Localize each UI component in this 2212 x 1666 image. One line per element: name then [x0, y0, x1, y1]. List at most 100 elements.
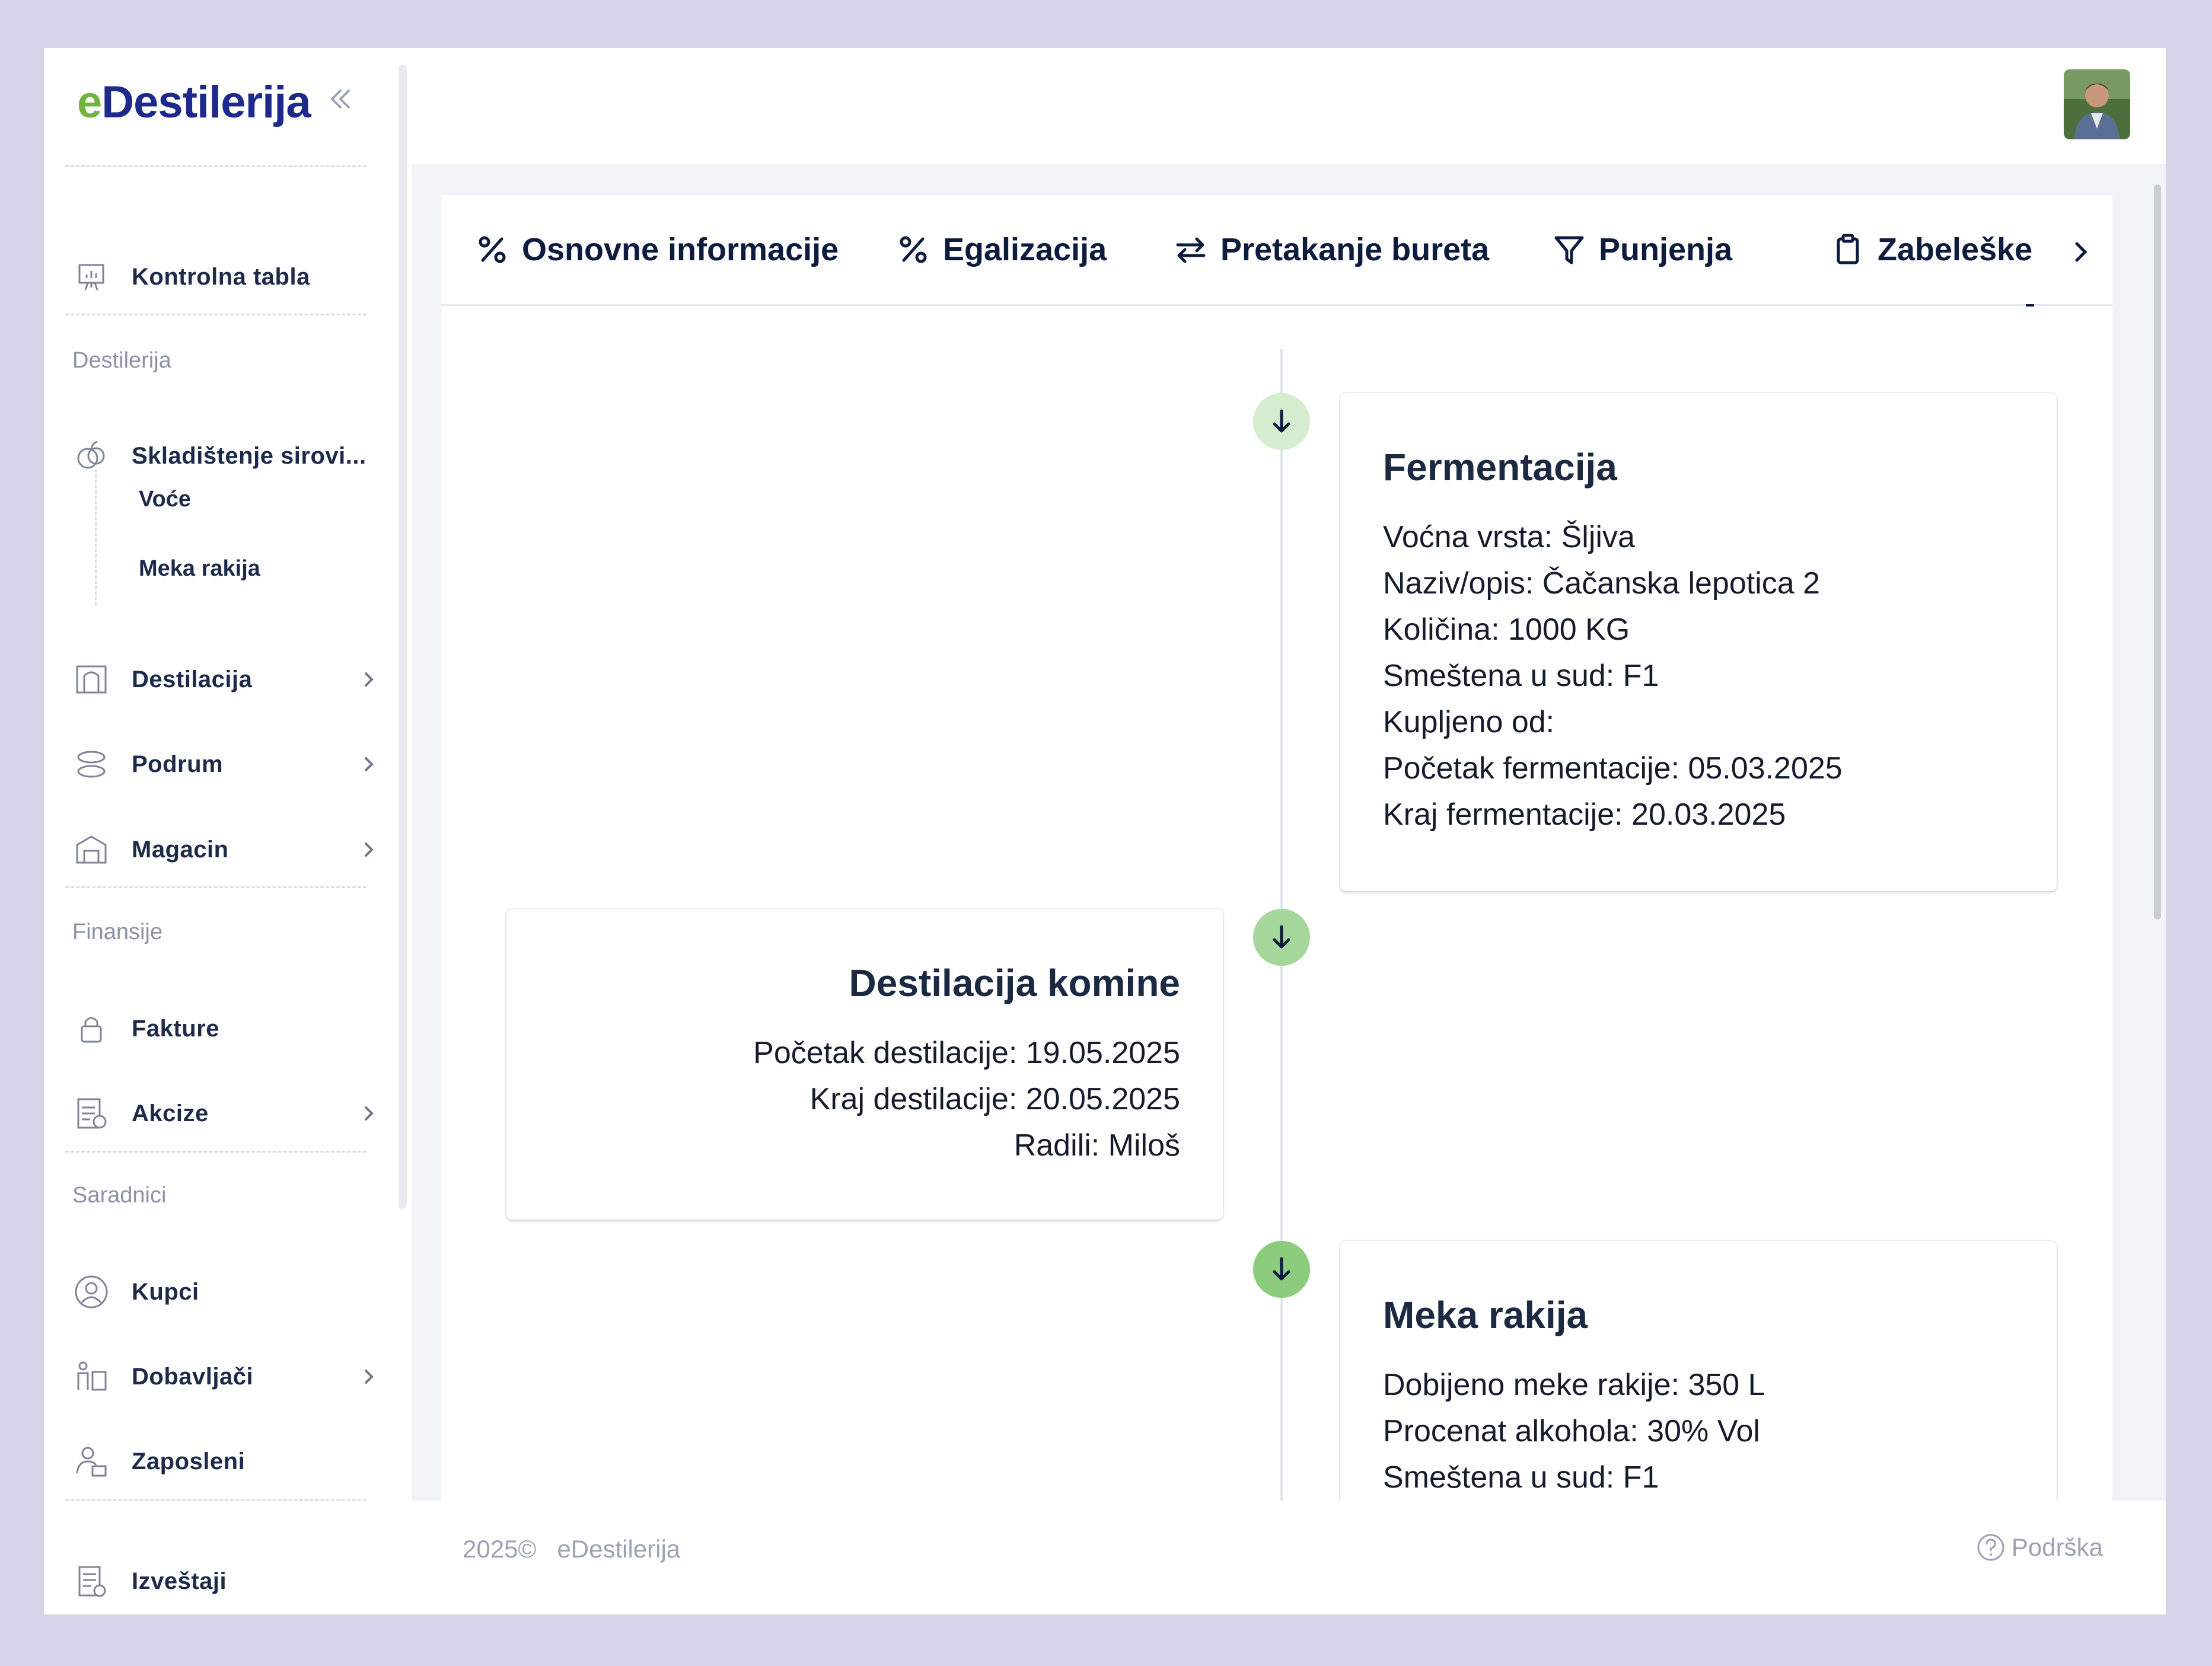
- card-line: Kraj destilacije: 20.05.2025: [809, 1082, 1180, 1116]
- app-logo[interactable]: eDestilerija: [77, 76, 311, 128]
- support-link[interactable]: Podrška: [1976, 1533, 2103, 1562]
- sidebar-divider: [65, 165, 366, 167]
- clipboard-icon: [1830, 232, 1866, 267]
- report-icon: [72, 1562, 110, 1600]
- chevron-right-icon: [357, 668, 381, 691]
- arrow-down-icon: [1273, 1257, 1290, 1281]
- tab-egalizacija[interactable]: Egalizacija: [895, 226, 1107, 273]
- arrow-down-icon: [1273, 409, 1290, 433]
- collapse-sidebar-icon[interactable]: [323, 81, 358, 117]
- sidebar-subitem-voce[interactable]: Voće: [139, 487, 191, 512]
- employee-icon: [72, 1442, 110, 1480]
- sidebar-item-fakture[interactable]: Fakture: [72, 999, 381, 1058]
- sidebar-item-kupci[interactable]: Kupci: [72, 1262, 381, 1322]
- fruit-icon: [72, 437, 110, 475]
- card-line: Procenat alkohola: 30% Vol: [1383, 1414, 1760, 1448]
- user-avatar[interactable]: [2064, 69, 2130, 139]
- scrollbar-thumb[interactable]: [2154, 184, 2161, 920]
- copyright-brand: eDestilerija: [557, 1535, 681, 1563]
- sidebar-divider: [65, 314, 366, 315]
- card-line: Početak fermentacije: 05.03.2025: [1383, 751, 1843, 786]
- sidebar-item-label: Zaposleni: [132, 1448, 246, 1474]
- barrel-icon: [72, 745, 110, 783]
- tax-document-icon: [72, 1094, 110, 1132]
- funnel-icon: [1551, 232, 1587, 267]
- chevron-right-icon: [357, 1365, 381, 1389]
- timeline-marker: [1253, 909, 1310, 966]
- sidebar-item-skladistenje[interactable]: Skladištenje sirovi...: [72, 426, 381, 486]
- timeline-card-destilacija-komine: Destilacija komine Početak destilacije: …: [506, 909, 1223, 1220]
- footer: 2025© eDestilerija Podrška: [412, 1501, 2166, 1614]
- tab-punjenja[interactable]: Punjenja: [1551, 226, 1732, 273]
- card-line: Početak destilacije: 19.05.2025: [753, 1036, 1180, 1070]
- supplier-icon: [72, 1358, 110, 1396]
- dashboard-icon: [72, 258, 110, 296]
- tab-label: Egalizacija: [943, 232, 1107, 267]
- footer-copyright: 2025© eDestilerija: [463, 1535, 680, 1563]
- help-icon: [1976, 1533, 2006, 1562]
- tab-osnovne-informacije[interactable]: Osnovne informacije: [474, 226, 839, 273]
- tab-zabeleske[interactable]: Zabeleške: [1830, 226, 2032, 273]
- main-scrollbar[interactable]: [2153, 167, 2161, 1530]
- chevron-right-icon: [357, 838, 381, 861]
- tabs-scroll-right-icon[interactable]: [2063, 234, 2098, 270]
- app-window: eDestilerija Kontrolna tabla Destilerija…: [44, 48, 2166, 1614]
- timeline-card-fermentacija: Fermentacija Voćna vrsta: Šljiva Naziv/o…: [1340, 393, 2057, 891]
- sidebar-scrollbar[interactable]: [399, 65, 407, 1209]
- sidebar-item-kontrolna-tabla[interactable]: Kontrolna tabla: [72, 247, 381, 307]
- timeline-card-meka-rakija: Meka rakija Dobijeno meke rakije: 350 L …: [1340, 1241, 2057, 1501]
- sidebar-item-label: Podrum: [132, 751, 224, 777]
- sidebar-item-label: Magacin: [132, 836, 229, 863]
- swap-arrows-icon: [1173, 232, 1209, 267]
- sidebar-item-akcize[interactable]: Akcize: [72, 1084, 381, 1143]
- sidebar-item-magacin[interactable]: Magacin: [72, 820, 381, 879]
- sidebar-item-podrum[interactable]: Podrum: [72, 735, 381, 794]
- sidebar-item-label: Skladištenje sirovi...: [132, 442, 366, 469]
- card-line: Radili: Miloš: [1013, 1128, 1180, 1163]
- distillery-icon: [72, 660, 110, 698]
- sidebar-item-label: Kupci: [132, 1278, 199, 1305]
- lock-icon: [72, 1010, 110, 1048]
- card-line: Naziv/opis: Čačanska lepotica 2: [1383, 566, 1821, 601]
- active-tab-indicator: [2026, 304, 2034, 307]
- sidebar-item-label: Akcize: [132, 1100, 209, 1126]
- tab-bar: Osnovne informacije Egalizacija Pretakan…: [441, 195, 2112, 307]
- sidebar: eDestilerija Kontrolna tabla Destilerija…: [44, 48, 407, 1614]
- section-heading-finansije: Finansije: [72, 920, 163, 944]
- sidebar-divider: [65, 1499, 366, 1501]
- submenu-line: [95, 469, 97, 605]
- timeline-marker: [1253, 1241, 1310, 1298]
- sidebar-item-label: Izveštaji: [132, 1568, 227, 1594]
- sidebar-item-destilacija[interactable]: Destilacija: [72, 650, 381, 709]
- card-title: Fermentacija: [1383, 446, 1617, 489]
- card-line: Voćna vrsta: Šljiva: [1383, 520, 1635, 554]
- card-title: Destilacija komine: [849, 962, 1180, 1004]
- chevron-right-icon: [357, 752, 381, 776]
- tab-label: Zabeleške: [1878, 232, 2033, 267]
- sidebar-item-label: Destilacija: [132, 666, 253, 692]
- sidebar-item-label: Dobavljači: [132, 1363, 254, 1390]
- support-label: Podrška: [2011, 1533, 2103, 1561]
- warehouse-icon: [72, 831, 110, 869]
- card-line: Dobijeno meke rakije: 350 L: [1383, 1368, 1765, 1402]
- sidebar-item-dobavljaci[interactable]: Dobavljači: [72, 1347, 381, 1406]
- sidebar-subitem-meka-rakija[interactable]: Meka rakija: [139, 556, 260, 582]
- sidebar-item-zaposleni[interactable]: Zaposleni: [72, 1432, 381, 1491]
- sidebar-divider: [65, 886, 366, 888]
- sidebar-divider: [65, 1151, 366, 1153]
- logo-text: Destilerija: [101, 77, 311, 127]
- timeline-marker: [1253, 393, 1310, 450]
- logo-e: e: [77, 77, 102, 127]
- tab-label: Punjenja: [1599, 232, 1733, 267]
- tab-pretakanje-bureta[interactable]: Pretakanje bureta: [1173, 226, 1489, 273]
- sidebar-item-izvestaji[interactable]: Izveštaji: [72, 1552, 381, 1611]
- user-circle-icon: [72, 1273, 110, 1311]
- sidebar-item-label: Fakture: [132, 1015, 219, 1042]
- card-line: Kraj fermentacije: 20.03.2025: [1383, 797, 1786, 832]
- card-title: Meka rakija: [1383, 1294, 1588, 1336]
- percent-icon: [895, 232, 931, 267]
- card-line: Smeštena u sud: F1: [1383, 1460, 1659, 1495]
- main-content: Osnovne informacije Egalizacija Pretakan…: [412, 164, 2166, 1501]
- card-line: Količina: 1000 KG: [1383, 612, 1630, 647]
- copyright-year: 2025©: [463, 1535, 537, 1563]
